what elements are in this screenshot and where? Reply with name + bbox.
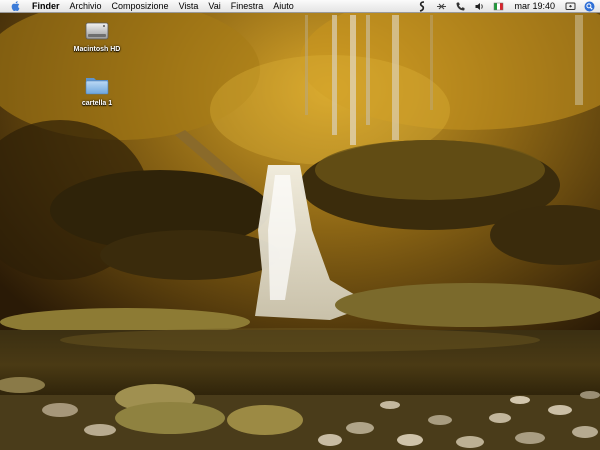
menu-bar: Finder Archivio Composizione Vista Vai F…	[0, 0, 600, 13]
menu-finder[interactable]: Finder	[32, 0, 65, 12]
desktop-icon-label: Macintosh HD	[73, 46, 121, 53]
volume-icon[interactable]	[474, 1, 485, 12]
menu-aiuto[interactable]: Aiuto	[268, 0, 299, 12]
menu-composizione[interactable]: Composizione	[107, 0, 174, 12]
desktop-wallpaper	[0, 0, 600, 450]
flag-icon[interactable]	[493, 1, 504, 12]
phone-icon[interactable]	[455, 1, 466, 12]
menu-archivio[interactable]: Archivio	[65, 0, 107, 12]
script-icon[interactable]	[417, 0, 428, 12]
desktop-icon-cartella-1[interactable]: cartella 1	[62, 72, 132, 107]
menu-vista[interactable]: Vista	[174, 0, 204, 12]
menu-finestra[interactable]: Finestra	[226, 0, 269, 12]
desktop: Finder Archivio Composizione Vista Vai F…	[0, 0, 600, 450]
desktop-icon-label: cartella 1	[81, 100, 113, 107]
network-icon[interactable]	[436, 1, 447, 12]
apple-menu-icon[interactable]	[10, 0, 22, 12]
spotlight-icon[interactable]	[584, 1, 595, 12]
folder-icon	[85, 78, 109, 95]
desktop-icon-macintosh-hd[interactable]: Macintosh HD	[62, 18, 132, 53]
menu-clock[interactable]: mar 19:40	[508, 0, 561, 12]
display-icon[interactable]	[565, 1, 576, 12]
menu-vai[interactable]: Vai	[203, 0, 225, 12]
hard-drive-icon	[85, 22, 109, 40]
